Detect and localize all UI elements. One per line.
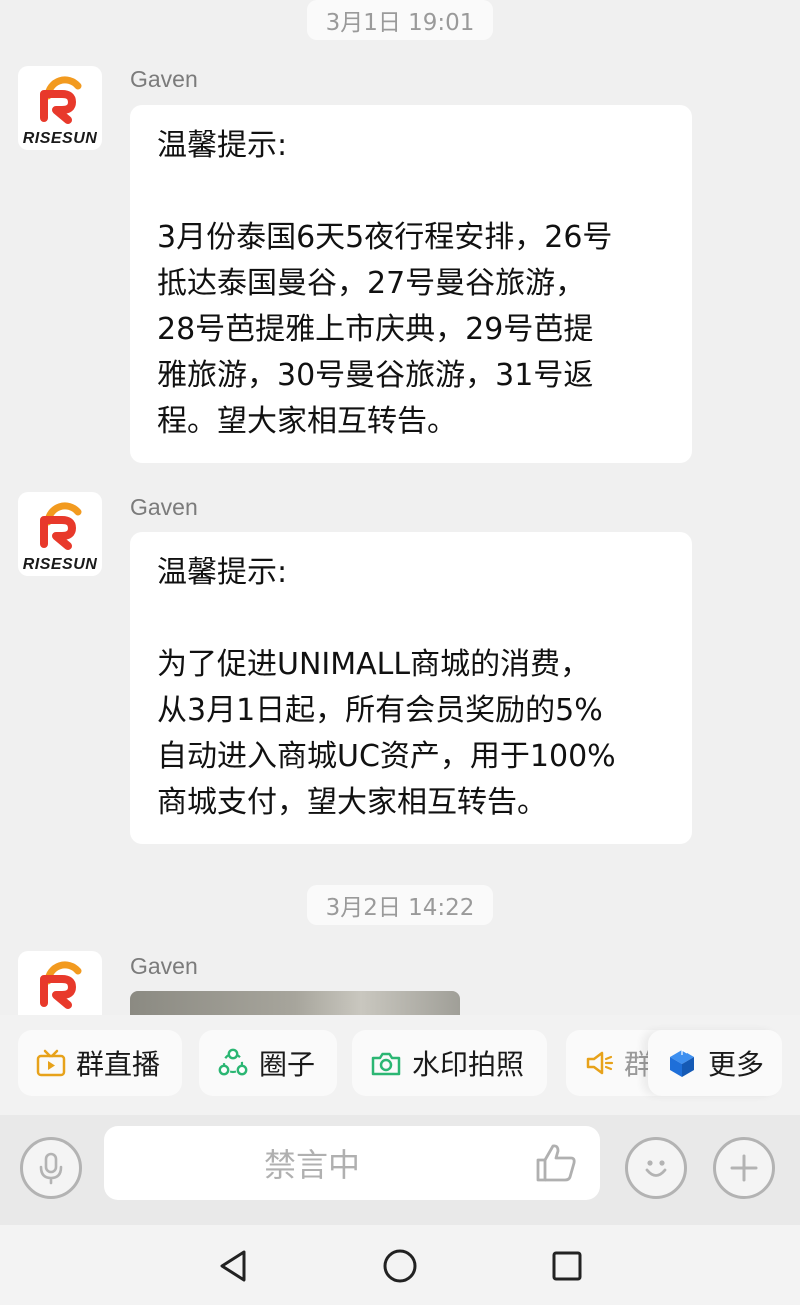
smile-icon [645,1160,667,1177]
avatar-brand-text: RISESUN [22,130,98,147]
avatar[interactable]: RISESUN [18,492,102,576]
message-line: 为了促进UNIMALL商城的消费， [157,647,591,682]
add-button[interactable] [713,1137,775,1199]
home-icon [383,1249,417,1283]
message-line: 抵达泰国曼谷，27号曼谷旅游， [157,266,586,301]
risesun-logo-icon [40,961,82,1009]
message-heading: 温馨提示: [157,128,288,163]
avatar[interactable]: RISESUN [18,66,102,150]
quick-action-bar: 群直播 圈子 水印拍照 群 更多 [0,1015,800,1115]
sender-name: Gaven [130,953,198,979]
camera-icon [371,1052,401,1076]
more-chip[interactable]: 更多 [648,1030,782,1096]
chip-label: 水印拍照 [412,1048,525,1081]
message-input[interactable]: 禁言中 [104,1126,600,1200]
chip-label: 圈子 [259,1048,316,1081]
microphone-icon [39,1152,63,1185]
timestamp-chip: 3月1日 19:01 [307,0,493,40]
message-input-bar: 禁言中 [0,1115,800,1225]
chip-label: 群直播 [76,1048,161,1081]
risesun-logo-icon [40,502,82,550]
message-line: 程。望大家相互转告。 [157,404,457,439]
system-nav-bar [0,1225,800,1305]
message-bubble[interactable]: 温馨提示: 3月份泰国6天5夜行程安排，26号 抵达泰国曼谷，27号曼谷旅游， … [130,105,692,463]
timestamp-text: 3月2日 14:22 [325,895,475,921]
emoji-button[interactable] [625,1137,687,1199]
message-heading: 温馨提示: [157,555,288,590]
circle-chip[interactable]: 圈子 [199,1030,337,1096]
recents-button[interactable] [544,1243,590,1289]
message-bubble[interactable]: 温馨提示: 为了促进UNIMALL商城的消费， 从3月1日起，所有会员奖励的5%… [130,532,692,844]
thumbs-up-icon[interactable] [534,1142,580,1184]
back-button[interactable] [210,1243,256,1289]
image-message-thumbnail[interactable] [130,991,460,1015]
message-line: 从3月1日起，所有会员奖励的5% [157,693,603,728]
message-line: 商城支付，望大家相互转告。 [157,785,547,820]
avatar[interactable] [18,951,102,1015]
message-line: 3月份泰国6天5夜行程安排，26号 [157,220,613,255]
voice-button[interactable] [20,1137,82,1199]
recents-icon [552,1251,582,1281]
input-placeholder: 禁言中 [263,1146,360,1184]
circle-nodes-icon [218,1048,248,1076]
message-line: 自动进入商城UC资产，用于100% [157,739,616,774]
timestamp-text: 3月1日 19:01 [325,10,475,36]
timestamp-chip: 3月2日 14:22 [307,885,493,925]
speaker-icon [586,1051,614,1075]
tv-play-icon [36,1049,66,1077]
chip-label: 更多 [708,1048,765,1081]
risesun-logo-icon [40,76,82,124]
home-button[interactable] [377,1243,423,1289]
message-line: 28号芭提雅上市庆典，29号芭提 [157,312,594,347]
sender-name: Gaven [130,494,198,520]
plus-icon [730,1154,758,1182]
sender-name: Gaven [130,66,198,92]
watermark-photo-chip[interactable]: 水印拍照 [352,1030,547,1096]
cube-icon [670,1049,694,1077]
chat-message-list[interactable]: 3月1日 19:01 RISESUN Gaven 温馨提示: 3月份泰国6天5夜… [0,0,800,1015]
avatar-brand-text: RISESUN [22,556,98,573]
back-icon [220,1250,246,1282]
message-line: 雅旅游，30号曼谷旅游，31号返 [157,358,594,393]
live-stream-chip[interactable]: 群直播 [18,1030,182,1096]
